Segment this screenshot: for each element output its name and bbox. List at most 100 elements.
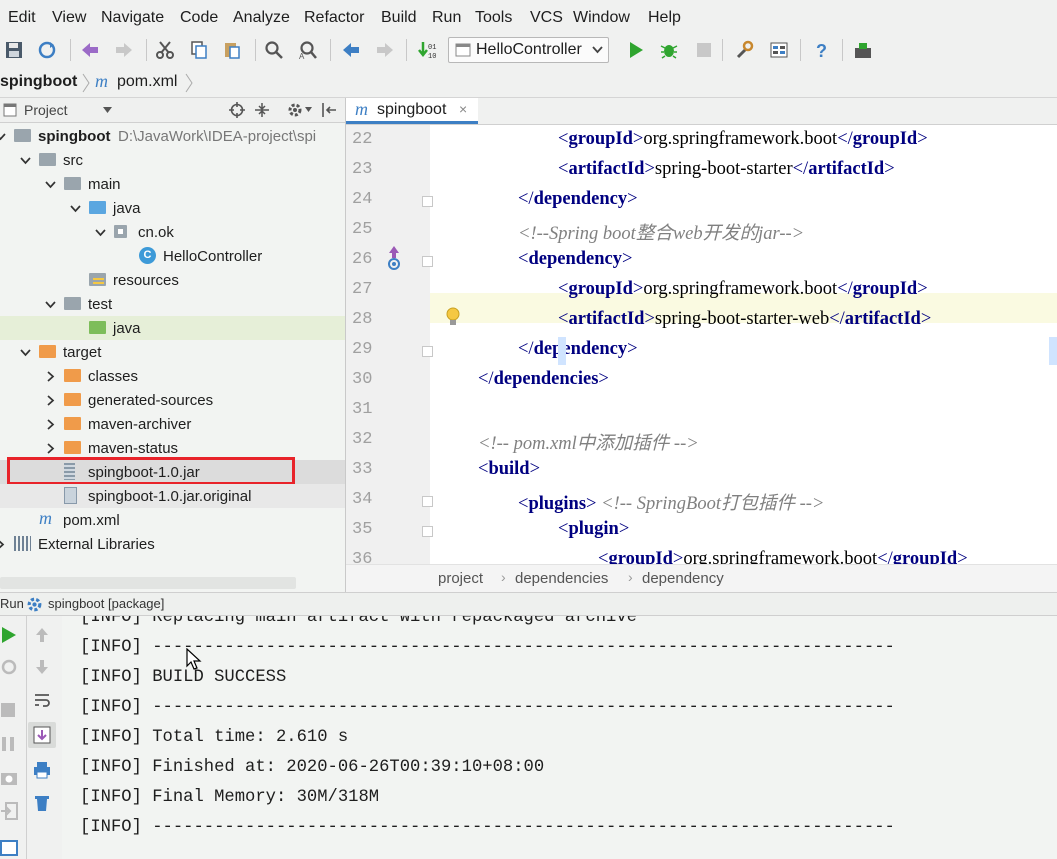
- stop-icon[interactable]: [0, 702, 16, 718]
- tree-item-maven-archiver[interactable]: maven-archiver: [0, 412, 345, 436]
- rerun-icon[interactable]: [0, 626, 18, 644]
- dump-threads-icon[interactable]: [0, 769, 18, 787]
- chevron-down-icon[interactable]: [305, 107, 312, 113]
- arrow-up-icon[interactable]: [33, 626, 51, 644]
- project-structure-icon[interactable]: [769, 40, 789, 60]
- exit-icon[interactable]: [0, 802, 18, 820]
- collapse-all-icon[interactable]: [254, 102, 270, 118]
- cut-icon[interactable]: [155, 40, 175, 60]
- nav-back-icon[interactable]: [341, 40, 361, 60]
- tree-item-spingboot-1-0-jar[interactable]: spingboot-1.0.jar: [0, 457, 345, 485]
- copy-icon[interactable]: [189, 40, 209, 60]
- tree-item-src[interactable]: src: [0, 148, 345, 172]
- pause-icon[interactable]: [0, 736, 16, 752]
- print-icon[interactable]: [33, 761, 51, 779]
- libraries-icon: [14, 536, 31, 551]
- console-output[interactable]: [INFO] Replacing main artifact with repa…: [62, 616, 1057, 859]
- chevron-right-icon[interactable]: [45, 443, 56, 454]
- chevron-right-icon[interactable]: [45, 395, 56, 406]
- menu-view[interactable]: View: [52, 9, 86, 27]
- chevron-down-icon[interactable]: [45, 299, 56, 310]
- menu-window[interactable]: Window: [573, 9, 630, 27]
- override-marker-icon[interactable]: [384, 245, 404, 271]
- menu-navigate[interactable]: Navigate: [101, 9, 164, 27]
- tree-item-hellocontroller[interactable]: C HelloController: [0, 244, 345, 268]
- gear-icon[interactable]: [287, 102, 303, 118]
- find-icon[interactable]: [264, 40, 284, 60]
- nav-forward-icon[interactable]: [375, 40, 395, 60]
- tree-item-spingboot-1-0-jar-original[interactable]: spingboot-1.0.jar.original: [0, 484, 345, 508]
- breadcrumb: spingboot m pom.xml: [0, 67, 1057, 98]
- breadcrumb-project[interactable]: spingboot: [0, 73, 77, 91]
- menu-vcs[interactable]: VCS: [530, 9, 563, 27]
- run-config-label: HelloController: [476, 41, 582, 58]
- tree-item-main[interactable]: main: [0, 172, 345, 196]
- arrow-down-icon[interactable]: [33, 658, 51, 676]
- menu-analyze[interactable]: Analyze: [233, 9, 290, 27]
- chevron-down-icon[interactable]: [103, 107, 112, 114]
- lightbulb-icon[interactable]: [444, 306, 462, 328]
- tree-item-spingboot[interactable]: spingboot D:\JavaWork\IDEA-project\spi: [0, 124, 345, 148]
- run-config-name[interactable]: spingboot [package]: [48, 596, 164, 611]
- hide-panel-icon[interactable]: [321, 102, 337, 118]
- editor-crumb-project[interactable]: project: [438, 570, 483, 587]
- chevron-down-icon[interactable]: [20, 155, 31, 166]
- chevron-down-icon[interactable]: [0, 131, 6, 142]
- chevron-down-icon[interactable]: [70, 203, 81, 214]
- menu-help[interactable]: Help: [648, 9, 681, 27]
- close-icon[interactable]: ×: [459, 101, 467, 117]
- tree-item-java[interactable]: java: [0, 316, 345, 340]
- forward-icon[interactable]: [114, 40, 134, 60]
- soft-wrap-icon[interactable]: [33, 691, 51, 709]
- tree-item-test[interactable]: test: [0, 292, 345, 316]
- tree-item-resources[interactable]: resources: [0, 268, 345, 292]
- editor-crumb-dependency[interactable]: dependency: [642, 570, 724, 587]
- menu-tools[interactable]: Tools: [475, 9, 512, 27]
- trash-icon[interactable]: [33, 794, 51, 812]
- tree-item-java[interactable]: java: [0, 196, 345, 220]
- tree-item-label: HelloController: [163, 248, 263, 265]
- modify-run-icon[interactable]: [0, 658, 18, 676]
- tree-item-target[interactable]: target: [0, 340, 345, 364]
- chevron-down-icon[interactable]: [95, 227, 106, 238]
- tree-item-pom-xml[interactable]: m pom.xml: [0, 508, 345, 532]
- breadcrumb-separator-icon: [82, 73, 90, 93]
- stop-icon[interactable]: [694, 40, 714, 60]
- chevron-right-icon[interactable]: [45, 371, 56, 382]
- editor-crumb-dependencies[interactable]: dependencies: [515, 570, 608, 587]
- tree-item-classes[interactable]: classes: [0, 364, 345, 388]
- sync-icon[interactable]: [37, 40, 57, 60]
- run-icon[interactable]: [626, 40, 646, 60]
- replace-icon[interactable]: A: [298, 40, 318, 60]
- layout-icon[interactable]: [0, 840, 18, 856]
- save-icon[interactable]: [4, 40, 24, 60]
- horizontal-scrollbar[interactable]: [0, 577, 296, 589]
- scroll-to-end-toggle[interactable]: [28, 722, 56, 748]
- settings-icon[interactable]: [735, 40, 755, 60]
- sdk-icon[interactable]: [853, 40, 873, 60]
- help-icon[interactable]: ?: [812, 40, 832, 60]
- tree-item-external-libraries[interactable]: External Libraries: [0, 532, 345, 556]
- breadcrumb-file[interactable]: pom.xml: [117, 73, 177, 91]
- console-line: [INFO] Final Memory: 30M/318M: [80, 788, 380, 807]
- menu-refactor[interactable]: Refactor: [304, 9, 364, 27]
- chevron-down-icon[interactable]: [45, 179, 56, 190]
- menu-run[interactable]: Run: [432, 9, 461, 27]
- chevron-right-icon[interactable]: [0, 539, 6, 550]
- debug-icon[interactable]: [659, 40, 679, 60]
- tree-item-generated-sources[interactable]: generated-sources: [0, 388, 345, 412]
- editor-tab[interactable]: m spingboot ×: [346, 98, 478, 124]
- chevron-right-icon[interactable]: [45, 419, 56, 430]
- paste-icon[interactable]: [222, 40, 242, 60]
- menu-build[interactable]: Build: [381, 9, 417, 27]
- back-icon[interactable]: [80, 40, 100, 60]
- code-area[interactable]: <groupId>org.springframework.boot</group…: [346, 125, 1057, 569]
- build-icon[interactable]: 0110: [417, 40, 437, 60]
- run-config-select[interactable]: HelloController: [448, 37, 609, 63]
- menu-edit[interactable]: Edit: [8, 9, 36, 27]
- chevron-down-icon[interactable]: [20, 347, 31, 358]
- tree-item-cn-ok[interactable]: cn.ok: [0, 220, 345, 244]
- project-view-label[interactable]: Project: [24, 102, 68, 118]
- locate-icon[interactable]: [229, 102, 245, 118]
- menu-code[interactable]: Code: [180, 9, 218, 27]
